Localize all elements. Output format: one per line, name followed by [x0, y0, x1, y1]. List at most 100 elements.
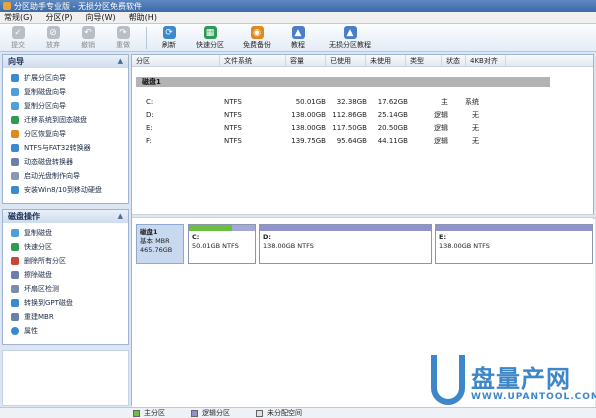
lossless-tutorial-button[interactable]: ▲ 无损分区教程	[319, 24, 381, 50]
discard-label: 放弃	[46, 41, 60, 49]
cell-used: 117.50GB	[332, 124, 367, 132]
table-row[interactable]: F: NTFS 139.75GB 95.64GB 44.11GB 逻辑 无	[132, 135, 595, 147]
watermark-brand: 盘量产网	[471, 365, 571, 393]
disk-op-convert-gpt[interactable]: 转换到GPT磁盘	[3, 296, 128, 310]
wizard-item-label: 迁移系统到固态磁盘	[24, 116, 87, 124]
wizard-panel-header[interactable]: 向导 ▲	[3, 55, 128, 68]
table-row[interactable]: E: NTFS 138.00GB 117.50GB 20.50GB 逻辑 无	[132, 122, 595, 134]
disk-header-row[interactable]: 磁盘1	[136, 77, 550, 87]
wizard-item-extend[interactable]: 扩展分区向导	[3, 71, 128, 85]
cell-type: 逻辑	[434, 137, 448, 145]
wizard-item-boot-cd[interactable]: 启动光盘制作向导	[3, 169, 128, 183]
partition-size: 50.01GB NTFS	[192, 242, 239, 250]
refresh-button[interactable]: ⟳ 刷新	[155, 24, 183, 50]
watermark-url: WWW.UPANTOOL.COM	[471, 392, 596, 402]
collapse-icon[interactable]: ▲	[118, 210, 123, 223]
cell-free: 20.50GB	[377, 124, 408, 132]
cell-capacity: 50.01GB	[295, 98, 326, 106]
wipe-icon	[11, 271, 19, 279]
undo-button[interactable]: ↶ 撤销	[74, 24, 102, 50]
recovery-icon	[11, 130, 19, 138]
menu-partition[interactable]: 分区(P)	[45, 12, 72, 23]
wizard-item-dynamic-disk[interactable]: 动态磁盘转换器	[3, 155, 128, 169]
disk-op-properties[interactable]: 属性	[3, 324, 128, 338]
disk-map-label[interactable]: 磁盘1 基本 MBR 465.76GB	[136, 224, 184, 264]
wizard-item-copy-disk[interactable]: 复制磁盘向导	[3, 85, 128, 99]
discard-button[interactable]: ⊘ 放弃	[39, 24, 67, 50]
commit-button[interactable]: ✓ 提交	[4, 24, 32, 50]
partition-block-c[interactable]: C: 50.01GB NTFS	[188, 224, 256, 264]
col-free[interactable]: 未使用	[366, 55, 406, 66]
partition-name: D:	[263, 233, 271, 241]
cell-status: 系统	[465, 98, 479, 106]
wizard-item-label: 启动光盘制作向导	[24, 172, 80, 180]
disk-op-delete-all[interactable]: 删除所有分区	[3, 254, 128, 268]
quick-partition-button[interactable]: ▦ 快速分区	[190, 24, 230, 50]
wizard-item-label: 复制分区向导	[24, 102, 66, 110]
col-used[interactable]: 已使用	[326, 55, 366, 66]
main-content: 分区 文件系统 容量 已使用 未使用 类型 状态 4KB对齐 磁盘1 C: NT…	[131, 54, 595, 407]
redo-button[interactable]: ↷ 重做	[109, 24, 137, 50]
col-type[interactable]: 类型	[406, 55, 442, 66]
wizard-item-migrate-os[interactable]: 迁移系统到固态磁盘	[3, 113, 128, 127]
copy-disk-icon	[11, 229, 19, 237]
partition-block-e[interactable]: E: 138.00GB NTFS	[435, 224, 593, 264]
tutorial-button[interactable]: ▲ 教程	[284, 24, 312, 50]
u-logo-icon	[431, 355, 465, 405]
col-capacity[interactable]: 容量	[286, 55, 326, 66]
cell-free: 25.14GB	[377, 111, 408, 119]
quick-partition-icon	[11, 243, 19, 251]
free-backup-button[interactable]: ◉ 免费备份	[237, 24, 277, 50]
redo-label: 重做	[116, 41, 130, 49]
dynamic-disk-icon	[11, 158, 19, 166]
partition-name: C:	[192, 233, 200, 241]
menu-help[interactable]: 帮助(H)	[129, 12, 157, 23]
disk-op-wipe[interactable]: 擦除磁盘	[3, 268, 128, 282]
disk-op-quick-partition[interactable]: 快速分区	[3, 240, 128, 254]
menu-general[interactable]: 常规(G)	[4, 12, 32, 23]
col-partition[interactable]: 分区	[132, 55, 220, 66]
menu-wizard[interactable]: 向导(W)	[86, 12, 116, 23]
cell-partition: C:	[146, 98, 154, 106]
window-title: 分区助手专业版 - 无损分区免费软件	[14, 1, 142, 11]
legend-label: 逻辑分区	[202, 409, 230, 417]
wizard-item-label: 分区恢复向导	[24, 130, 66, 138]
menu-bar: 常规(G) 分区(P) 向导(W) 帮助(H)	[0, 12, 596, 24]
cell-status: 无	[472, 137, 479, 145]
cell-partition: E:	[146, 124, 153, 132]
wizard-item-recovery[interactable]: 分区恢复向导	[3, 127, 128, 141]
legend-label: 未分配空间	[267, 409, 302, 417]
collapse-icon[interactable]: ▲	[118, 55, 123, 68]
disk-op-bad-sector[interactable]: 坏扇区检测	[3, 282, 128, 296]
wizard-item-label: 扩展分区向导	[24, 74, 66, 82]
col-status[interactable]: 状态	[442, 55, 466, 66]
wizard-item-win-to-go[interactable]: 安装Win8/10到移动硬盘	[3, 183, 128, 197]
discard-icon: ⊘	[46, 26, 60, 39]
toolbar: ✓ 提交 ⊘ 放弃 ↶ 撤销 ↷ 重做 ⟳ 刷新 ▦ 快速分区 ◉ 免费备份 ▲…	[0, 24, 596, 52]
wizard-item-ntfs-fat32[interactable]: NTFS与FAT32转换器	[3, 141, 128, 155]
wizard-item-copy-partition[interactable]: 复制分区向导	[3, 99, 128, 113]
col-filesystem[interactable]: 文件系统	[220, 55, 286, 66]
tutorial-icon: ▲	[291, 26, 305, 39]
rebuild-mbr-icon	[11, 313, 19, 321]
disk-op-copy-disk[interactable]: 复制磁盘	[3, 226, 128, 240]
pane-splitter[interactable]	[132, 214, 595, 218]
undo-icon: ↶	[81, 26, 95, 39]
copy-disk-icon	[11, 88, 19, 96]
disk-op-label: 复制磁盘	[24, 229, 52, 237]
table-row[interactable]: C: NTFS 50.01GB 32.38GB 17.62GB 主 系统	[132, 96, 595, 108]
legend-primary: 主分区	[133, 408, 165, 418]
cell-partition: F:	[146, 137, 152, 145]
sidebar-empty-area	[2, 350, 129, 406]
cell-filesystem: NTFS	[224, 137, 242, 145]
cell-type: 主	[441, 98, 448, 106]
table-row[interactable]: D: NTFS 138.00GB 112.86GB 25.14GB 逻辑 无	[132, 109, 595, 121]
disk-type: 基本 MBR	[140, 237, 170, 245]
col-4k-align[interactable]: 4KB对齐	[466, 55, 506, 66]
partition-block-d[interactable]: D: 138.00GB NTFS	[259, 224, 432, 264]
app-icon	[3, 2, 11, 10]
disk-op-rebuild-mbr[interactable]: 重建MBR	[3, 310, 128, 324]
disk-ops-panel-header[interactable]: 磁盘操作 ▲	[3, 210, 128, 223]
disk-ops-panel-title: 磁盘操作	[8, 212, 40, 221]
watermark-logo: 盘量产网 WWW.UPANTOOL.COM	[431, 355, 596, 409]
